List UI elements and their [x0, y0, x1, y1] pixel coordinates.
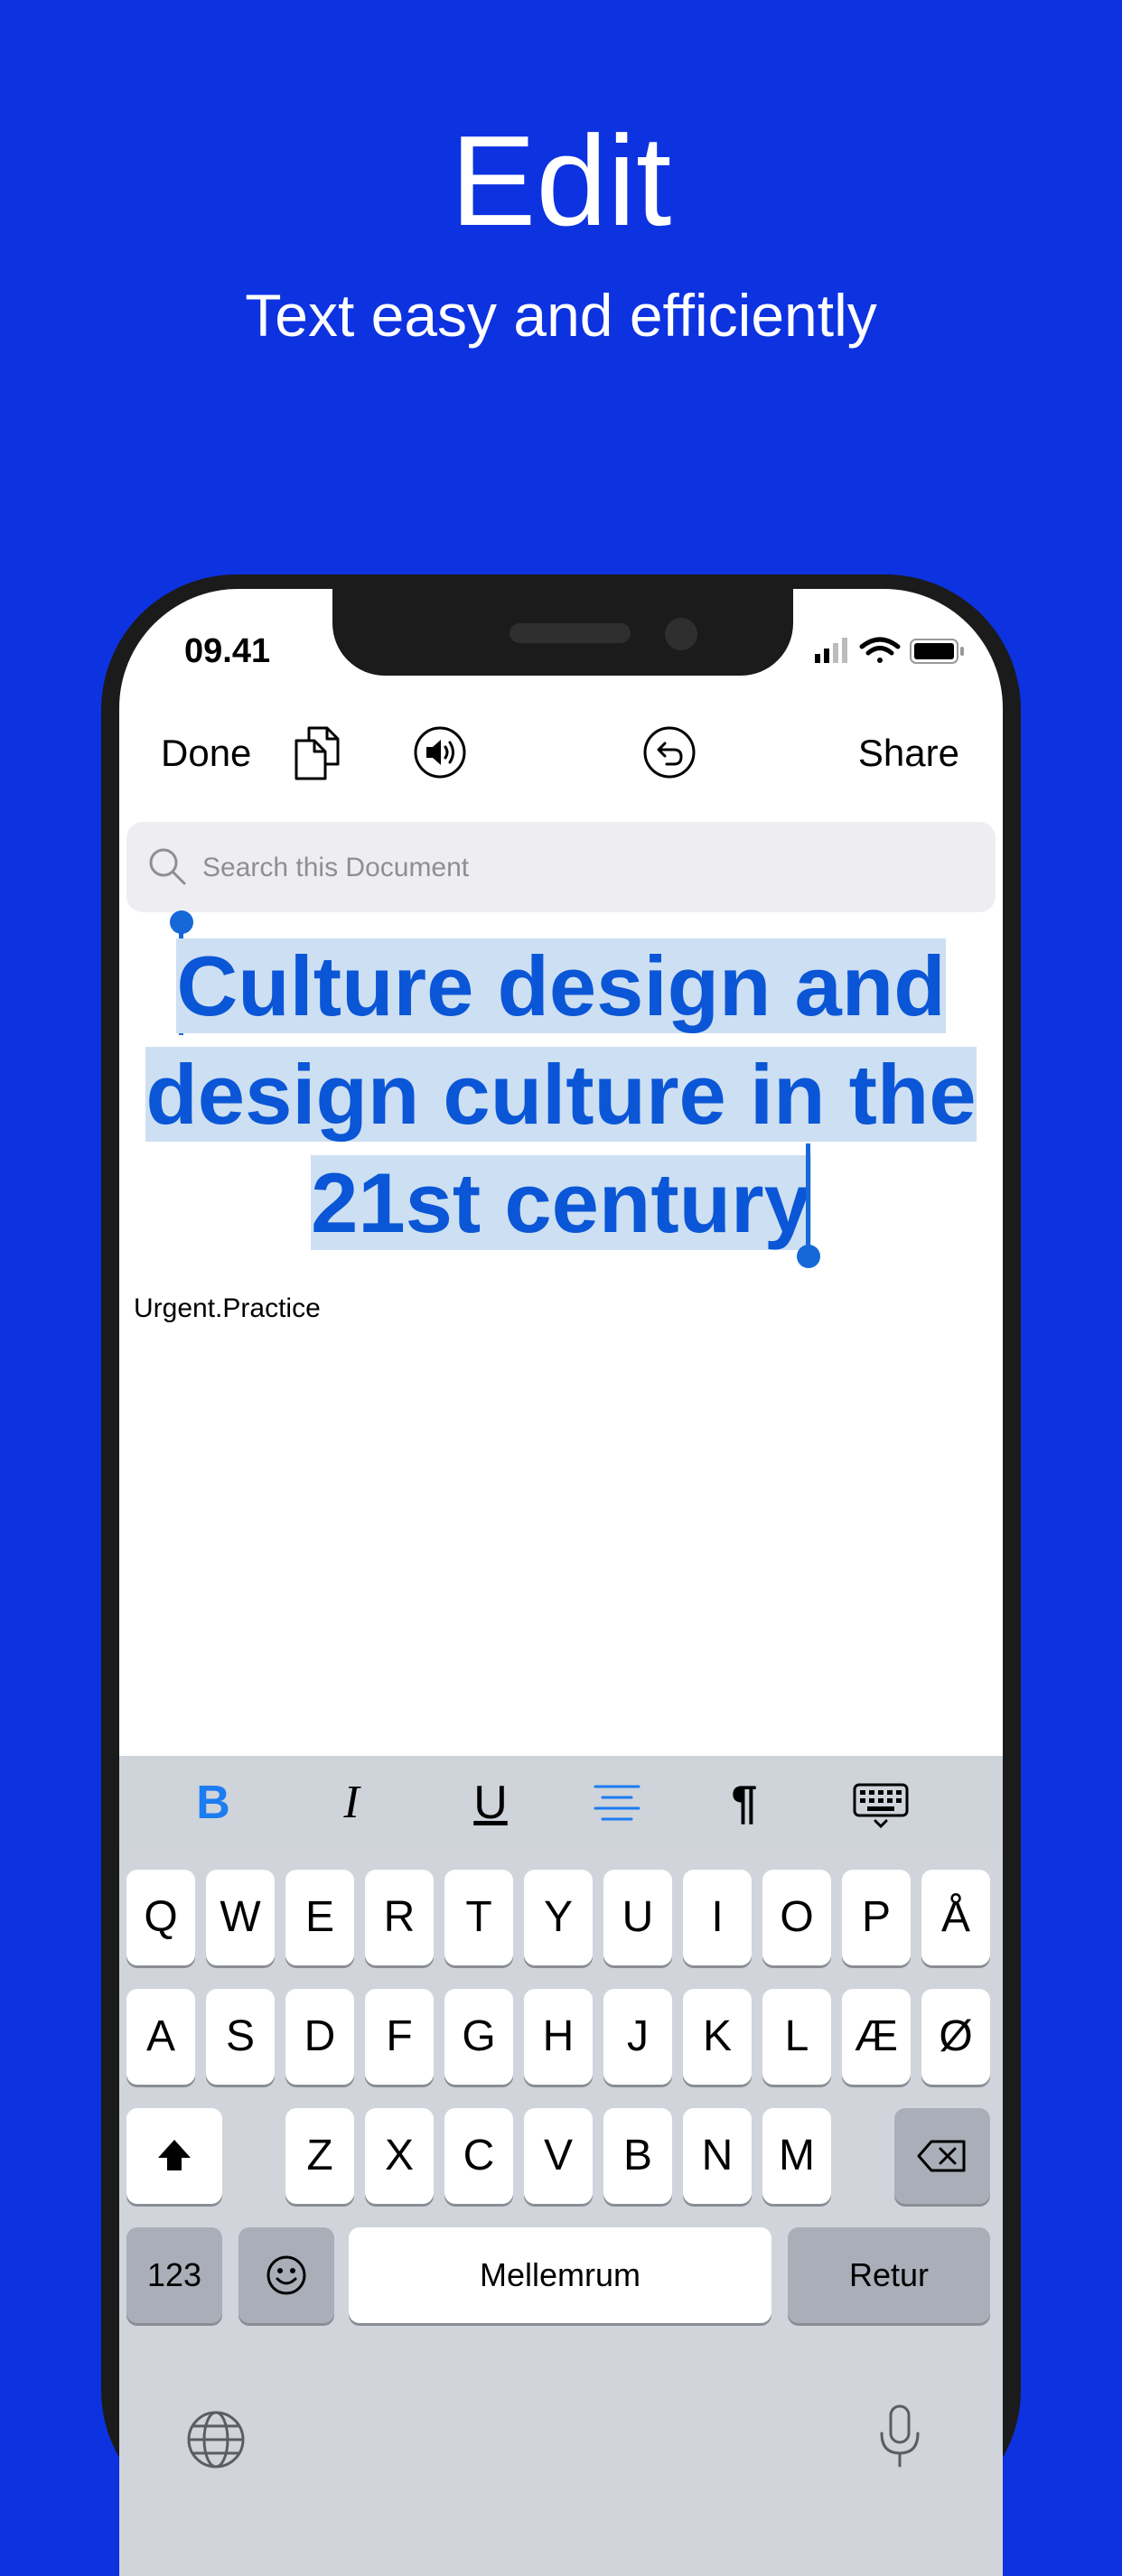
title-line: Culture design and: [176, 938, 946, 1033]
key[interactable]: Y: [524, 1870, 593, 1965]
key[interactable]: B: [603, 2108, 672, 2204]
key[interactable]: P: [842, 1870, 911, 1965]
document-title[interactable]: Culture design and design culture in the…: [134, 932, 988, 1257]
share-button[interactable]: Share: [858, 732, 959, 775]
key[interactable]: G: [444, 1989, 513, 2085]
numbers-key[interactable]: 123: [126, 2227, 222, 2323]
key[interactable]: U: [603, 1870, 672, 1965]
italic-button[interactable]: I: [323, 1774, 380, 1832]
title-line: 21st century: [311, 1155, 811, 1250]
done-button[interactable]: Done: [161, 732, 251, 775]
formatting-bar: B I U ¶: [119, 1756, 1003, 1850]
promo-subtitle: Text easy and efficiently: [245, 282, 877, 349]
key[interactable]: O: [762, 1870, 831, 1965]
key[interactable]: Q: [126, 1870, 195, 1965]
key[interactable]: C: [444, 2108, 513, 2204]
phone-screen: 09.41 Done Share Search this Document Cu…: [119, 589, 1003, 2576]
backspace-icon: [917, 2140, 966, 2172]
microphone-icon[interactable]: [873, 2403, 927, 2471]
shift-icon: [158, 2140, 191, 2170]
status-icons: [815, 637, 964, 664]
document-body-text[interactable]: Urgent.Practice: [134, 1293, 321, 1324]
key[interactable]: M: [762, 2108, 831, 2204]
key[interactable]: X: [365, 2108, 434, 2204]
shift-key[interactable]: [126, 2108, 222, 2204]
selection-end-handle[interactable]: [797, 1245, 820, 1268]
key[interactable]: Z: [285, 2108, 354, 2204]
keyboard: Q W E R T Y U I O P Å A S D F G H J K L …: [119, 1850, 1003, 2576]
copy-document-icon[interactable]: [287, 723, 347, 782]
space-key[interactable]: Mellemrum: [349, 2227, 771, 2323]
status-time: 09.41: [184, 632, 271, 670]
align-center-icon[interactable]: [588, 1774, 646, 1832]
title-line: design culture in the: [145, 1047, 977, 1142]
key[interactable]: V: [524, 2108, 593, 2204]
key[interactable]: I: [683, 1870, 752, 1965]
speaker-icon[interactable]: [410, 723, 470, 782]
battery-icon: [910, 639, 964, 664]
search-field[interactable]: Search this Document: [126, 822, 996, 912]
signal-icon: [815, 638, 847, 663]
key[interactable]: L: [762, 1989, 831, 2085]
key[interactable]: K: [683, 1989, 752, 2085]
notch: [332, 589, 793, 676]
paragraph-button[interactable]: ¶: [715, 1774, 773, 1832]
globe-icon[interactable]: [184, 2408, 248, 2471]
emoji-icon: [266, 2255, 306, 2295]
speaker: [510, 623, 631, 643]
key[interactable]: S: [206, 1989, 275, 2085]
key[interactable]: H: [524, 1989, 593, 2085]
key[interactable]: N: [683, 2108, 752, 2204]
search-icon: [149, 848, 186, 885]
return-key[interactable]: Retur: [788, 2227, 990, 2323]
key[interactable]: T: [444, 1870, 513, 1965]
key[interactable]: W: [206, 1870, 275, 1965]
key[interactable]: D: [285, 1989, 354, 2085]
bold-button[interactable]: B: [184, 1774, 242, 1832]
emoji-key[interactable]: [238, 2227, 334, 2323]
keyboard-dismiss-icon[interactable]: [851, 1774, 911, 1832]
promo-title: Edit: [450, 109, 672, 253]
key[interactable]: Ø: [921, 1989, 990, 2085]
search-placeholder: Search this Document: [202, 853, 470, 882]
underline-button[interactable]: U: [462, 1774, 519, 1832]
undo-icon[interactable]: [640, 723, 699, 782]
selection-end-caret: [806, 1143, 810, 1252]
key[interactable]: Å: [921, 1870, 990, 1965]
key[interactable]: R: [365, 1870, 434, 1965]
key[interactable]: A: [126, 1989, 195, 2085]
backspace-key[interactable]: [894, 2108, 990, 2204]
wifi-icon: [859, 637, 901, 663]
key[interactable]: Æ: [842, 1989, 911, 2085]
key[interactable]: F: [365, 1989, 434, 2085]
key[interactable]: J: [603, 1989, 672, 2085]
camera: [665, 618, 697, 650]
phone-frame: 09.41 Done Share Search this Document Cu…: [101, 574, 1021, 2576]
key[interactable]: E: [285, 1870, 354, 1965]
document-toolbar: Done Share: [119, 703, 1003, 802]
